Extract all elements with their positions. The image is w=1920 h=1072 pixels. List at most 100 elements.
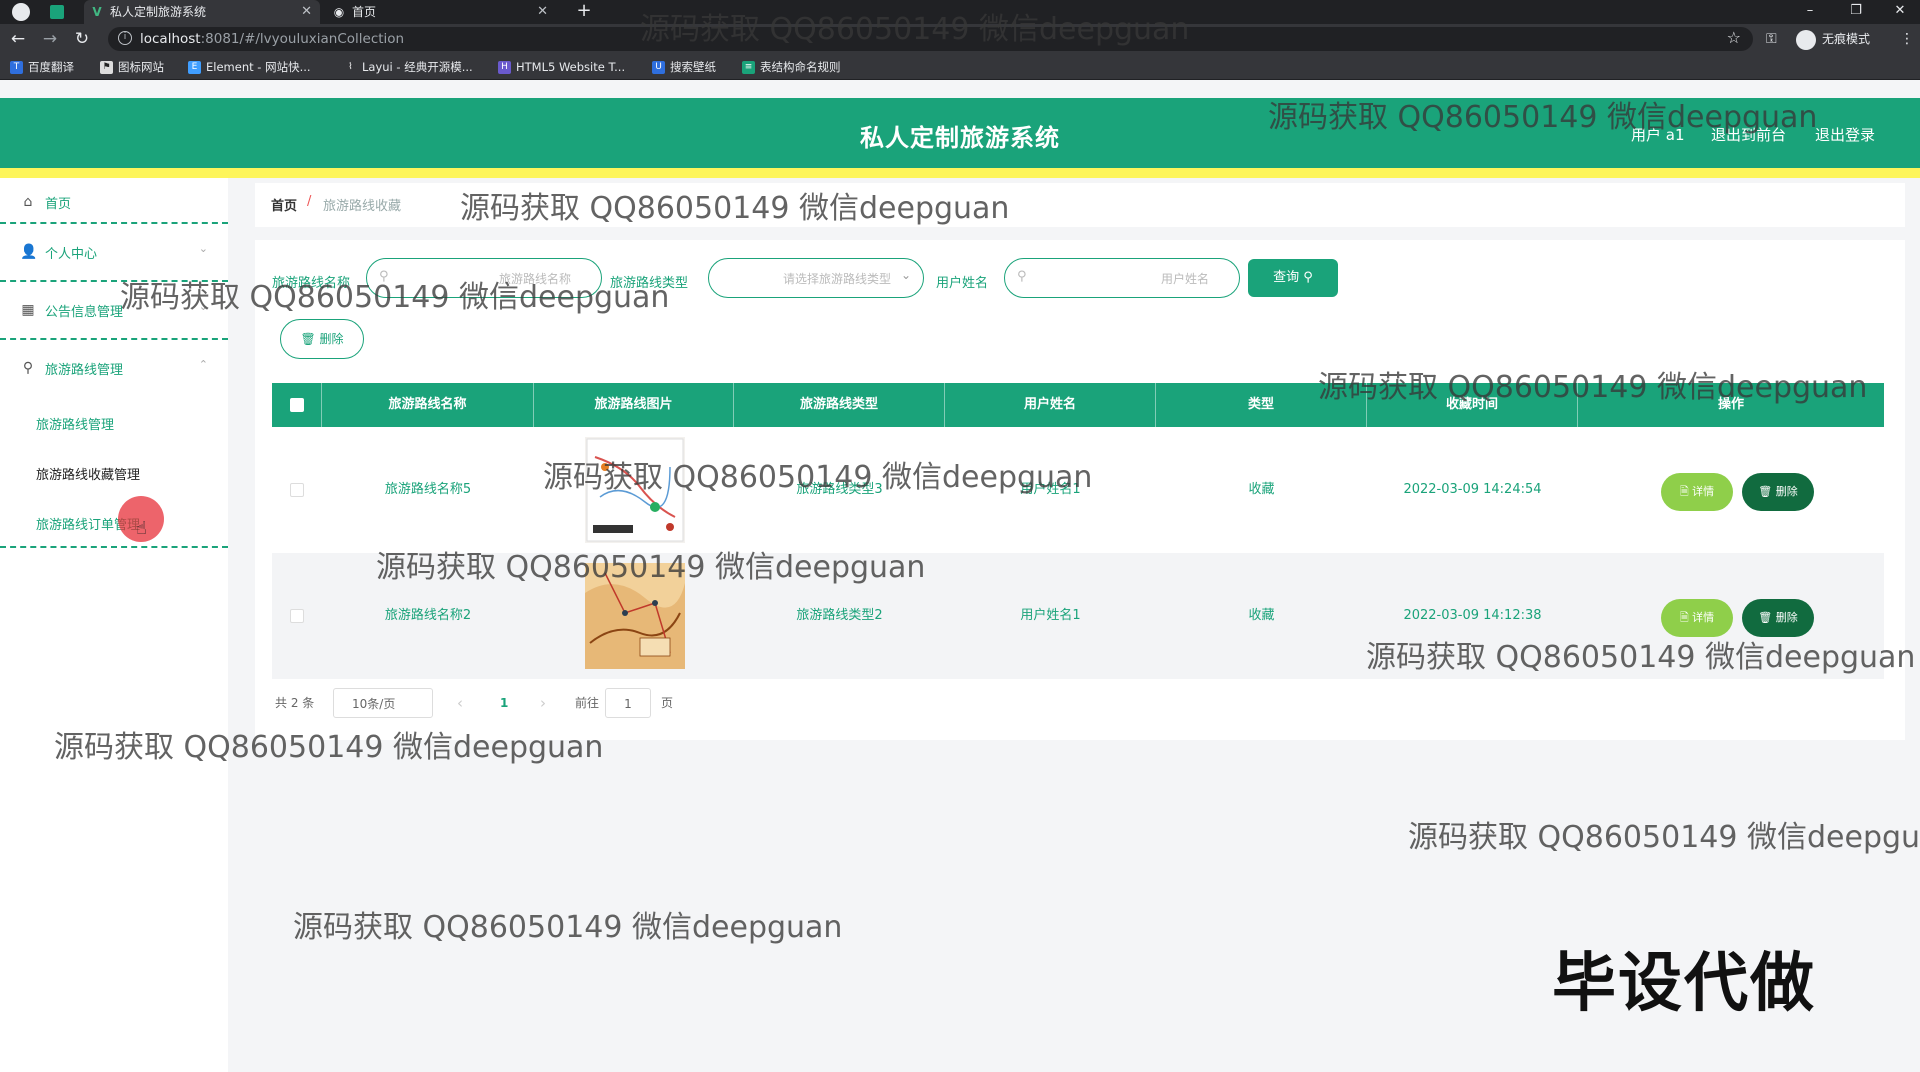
bookmark-item[interactable]: ⌇ Layui - 经典开源模...: [344, 58, 473, 76]
route-type-placeholder: 请选择旅游路线类型: [782, 272, 891, 286]
tab-home[interactable]: ◉ 首页 ✕: [326, 0, 556, 24]
bookmark-item[interactable]: ⚑ 图标网站: [100, 58, 164, 76]
next-page-icon[interactable]: ›: [540, 688, 546, 718]
close-icon[interactable]: ✕: [301, 0, 312, 24]
divider: [0, 546, 228, 548]
breadcrumb-home[interactable]: 首页: [271, 195, 297, 214]
bookmark-label: 表结构命名规则: [760, 60, 841, 74]
flag-icon: ⚑: [100, 61, 113, 74]
route-type-label: 旅游路线类型: [610, 276, 689, 291]
grid-icon: ▦: [21, 302, 35, 318]
table-header: 旅游路线名称 旅游路线图片 旅游路线类型 用户姓名 类型 收藏时间 操作: [272, 383, 1884, 427]
forward-icon[interactable]: →: [38, 28, 62, 50]
back-icon[interactable]: ←: [6, 28, 30, 50]
detail-button[interactable]: 🗎 详情: [1661, 473, 1733, 511]
tab-private-travel[interactable]: V 私人定制旅游系统 ✕: [84, 0, 320, 24]
user-name-label: 用户姓名: [936, 276, 989, 291]
row-checkbox[interactable]: [290, 609, 304, 623]
html5-icon: H: [498, 61, 511, 74]
bookmark-item[interactable]: E Element - 网站快...: [188, 58, 311, 76]
bookmark-item[interactable]: T 百度翻译: [10, 58, 74, 76]
watermark: 源码获取 QQ86050149 微信deepguan: [1408, 820, 1920, 855]
cell-route-type: 旅游路线类型2: [796, 608, 883, 623]
incognito-label[interactable]: 无痕模式: [1822, 28, 1870, 50]
bookmark-item[interactable]: U 搜索壁纸: [652, 58, 716, 76]
divider: [0, 222, 228, 224]
route-name-input[interactable]: ⚲ 旅游路线名称: [366, 258, 602, 298]
page-number[interactable]: 1: [500, 688, 508, 718]
reload-icon[interactable]: ↻: [70, 28, 94, 50]
close-icon[interactable]: ✕: [537, 0, 548, 24]
bookmark-item[interactable]: ≡ 表结构命名规则: [742, 58, 841, 76]
incognito-icon[interactable]: [1796, 30, 1816, 50]
page-size-select[interactable]: 10条/页: [333, 688, 433, 718]
more-icon[interactable]: ⋮: [1900, 28, 1914, 50]
logout-link[interactable]: 退出登录: [1815, 124, 1875, 145]
column-select: [272, 383, 322, 427]
sidebar-item-announcements[interactable]: ▦ 公告信息管理 ⌄: [0, 286, 228, 338]
content-panel: 旅游路线名称 ⚲ 旅游路线名称 旅游路线类型 请选择旅游路线类型 ⌄ 用户姓名 …: [255, 240, 1905, 740]
chevron-up-icon: ⌃: [198, 358, 208, 371]
route-name-label: 旅游路线名称: [272, 276, 351, 291]
minimize-icon[interactable]: –: [1790, 0, 1830, 24]
column-header: 旅游路线类型: [734, 383, 945, 427]
key-icon[interactable]: ⚿: [1766, 28, 1777, 50]
bookmark-label: 图标网站: [118, 60, 164, 74]
route-map-image: [585, 563, 685, 669]
table-row: 旅游路线名称2 旅游路线类型2 用户姓名1 收藏 2022-03-09 14:1…: [272, 553, 1884, 679]
route-icon: ⚲: [22, 360, 34, 376]
chevron-down-icon: ⌄: [198, 300, 208, 313]
browser-extension-icon[interactable]: [50, 5, 64, 19]
sidebar-subitem-route-collection[interactable]: 旅游路线收藏管理: [36, 464, 140, 483]
divider: [0, 338, 228, 340]
route-name-placeholder: 旅游路线名称: [498, 272, 571, 286]
hand-cursor-icon: ☝: [136, 518, 147, 539]
route-map-image: [585, 437, 685, 543]
detail-button[interactable]: 🗎 详情: [1661, 599, 1733, 637]
chevron-down-icon: ⌄: [900, 268, 911, 282]
select-all-checkbox[interactable]: [290, 398, 304, 412]
close-window-icon[interactable]: ✕: [1880, 0, 1920, 24]
sidebar-item-label: 旅游路线管理: [45, 363, 124, 378]
search-icon: ⚲: [1017, 269, 1027, 284]
route-type-select[interactable]: 请选择旅游路线类型 ⌄: [708, 258, 924, 298]
tab-title: 首页: [352, 5, 377, 19]
sidebar-subitem-route-manage[interactable]: 旅游路线管理: [36, 414, 114, 433]
goto-suffix: 页: [661, 696, 674, 710]
goto-prefix: 前往: [575, 696, 600, 710]
goto-page-input[interactable]: 1: [605, 688, 651, 718]
bookmark-label: 百度翻译: [28, 60, 74, 74]
row-checkbox[interactable]: [290, 483, 304, 497]
query-button[interactable]: 查询 ⚲: [1248, 259, 1338, 297]
bookmark-item[interactable]: H HTML5 Website T...: [498, 58, 625, 76]
delete-button[interactable]: 🗑 删除: [1742, 599, 1814, 637]
translate-icon: T: [10, 61, 23, 74]
info-icon[interactable]: i: [118, 31, 132, 45]
sidebar-item-personal-center[interactable]: 👤 个人中心 ⌄: [0, 228, 228, 280]
back-to-front-link[interactable]: 退出到前台: [1711, 124, 1786, 145]
prev-page-icon[interactable]: ‹: [457, 688, 463, 718]
url-host: localhost: [140, 31, 201, 47]
watermark: 源码获取 QQ86050149 微信deepguan: [293, 910, 843, 945]
restore-icon[interactable]: ❐: [1836, 0, 1876, 24]
user-name-placeholder: 用户姓名: [1160, 272, 1209, 286]
star-icon[interactable]: ☆: [1727, 28, 1741, 47]
breadcrumb-current: 旅游路线收藏: [323, 199, 402, 214]
user-name-input[interactable]: ⚲ 用户姓名: [1004, 258, 1240, 298]
browser-menu-icon[interactable]: [12, 3, 30, 21]
cell-route-type: 旅游路线类型3: [796, 482, 883, 497]
breadcrumb-separator: /: [307, 194, 312, 209]
cell-route-name: 旅游路线名称5: [384, 482, 472, 497]
delete-button[interactable]: 🗑 删除: [1742, 473, 1814, 511]
column-header: 收藏时间: [1367, 383, 1578, 427]
sidebar: ⌂ 首页 👤 个人中心 ⌄ ▦ 公告信息管理 ⌄ ⚲ 旅游路线管理 ⌃ 旅游路线…: [0, 178, 228, 1072]
element-icon: E: [188, 61, 201, 74]
new-tab-button[interactable]: +: [564, 0, 604, 24]
batch-delete-button[interactable]: 🗑 删除: [280, 319, 364, 359]
vue-icon: V: [92, 5, 102, 19]
url-input[interactable]: i localhost:8081/#/lvyouluxianCollection…: [108, 27, 1753, 51]
browser-tab-strip: V 私人定制旅游系统 ✕ ◉ 首页 ✕ + – ❐ ✕: [0, 0, 1920, 24]
url-path: :8081/#/lvyouluxianCollection: [200, 31, 405, 47]
column-header: 旅游路线图片: [534, 383, 734, 427]
sidebar-item-route-management[interactable]: ⚲ 旅游路线管理 ⌃: [0, 344, 228, 396]
